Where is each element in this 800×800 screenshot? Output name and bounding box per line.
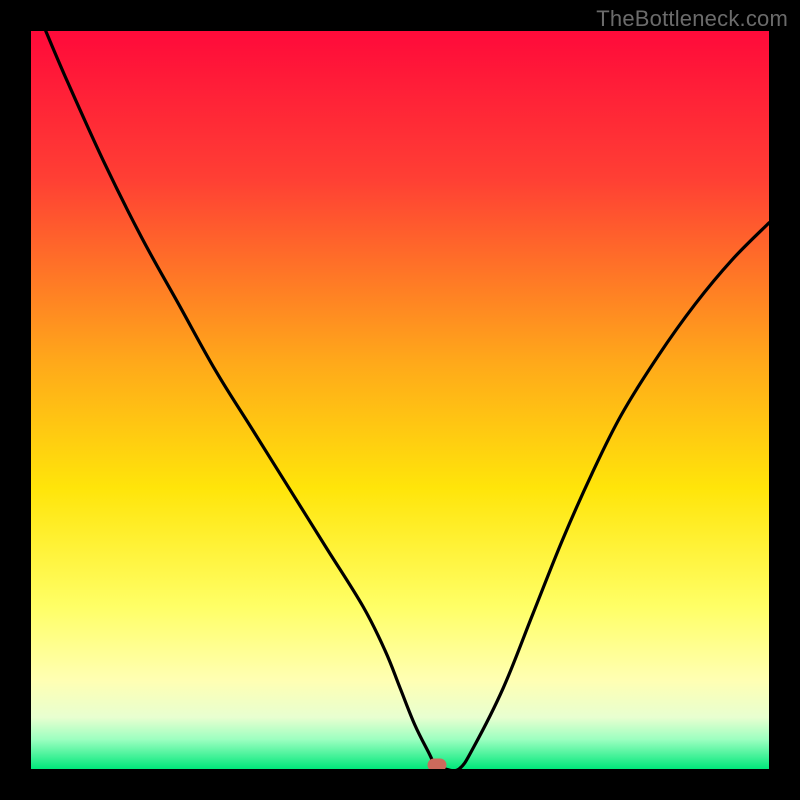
optimal-point-marker: [427, 759, 446, 770]
chart-frame: TheBottleneck.com: [0, 0, 800, 800]
bottleneck-curve: [31, 31, 769, 769]
plot-area: [31, 31, 769, 769]
watermark-text: TheBottleneck.com: [596, 6, 788, 32]
